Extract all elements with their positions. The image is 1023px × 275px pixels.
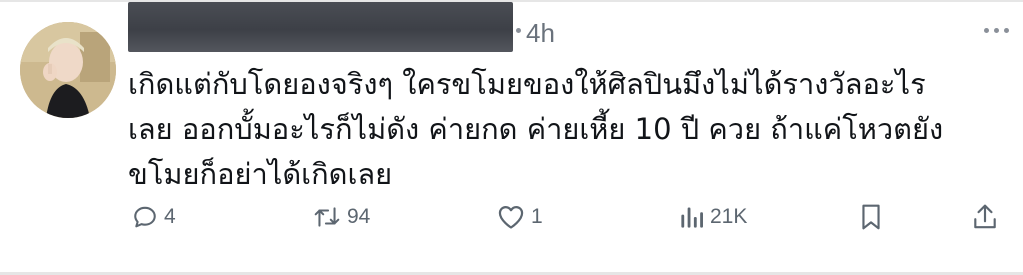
bookmark-button[interactable]: [860, 197, 882, 237]
more-icon[interactable]: [984, 28, 1009, 33]
tweet-text: เกิดแต่กับโดยองจริงๆ ใครขโมยของให้ศิลปิน…: [128, 62, 998, 197]
share-button[interactable]: [973, 197, 997, 237]
avatar-photo: [20, 22, 116, 118]
views-icon: [680, 204, 704, 230]
views-count: 21K: [710, 205, 748, 228]
action-bar: 4 94 1 21K: [128, 197, 1008, 237]
retweet-button[interactable]: 94: [313, 197, 370, 237]
retweet-count: 94: [347, 205, 371, 228]
avatar[interactable]: [20, 22, 116, 118]
tweet-text-line: เกิดแต่กับโดยองจริงๆ ใครขโมยของให้ศิลปิน…: [128, 67, 926, 101]
separator-dot: [516, 28, 521, 33]
heart-icon: [497, 204, 525, 230]
tweet-text-line: ขโมยก็อย่าได้เกิดเลย: [128, 157, 393, 191]
tweet-header: 4h: [128, 2, 1009, 58]
reply-button[interactable]: 4: [132, 197, 176, 237]
like-button[interactable]: 1: [497, 197, 543, 237]
like-count: 1: [531, 205, 543, 228]
reply-count: 4: [164, 205, 176, 228]
reply-icon: [132, 204, 158, 230]
views-button[interactable]: 21K: [680, 197, 747, 237]
bookmark-icon: [860, 203, 882, 231]
tweet-card[interactable]: 4h เกิดแต่กับโดยองจริงๆ ใครขโมยของให้ศิล…: [0, 0, 1023, 275]
tweet-timestamp[interactable]: 4h: [526, 18, 555, 49]
share-icon: [973, 203, 997, 231]
redacted-username: [128, 2, 513, 52]
retweet-icon: [313, 204, 341, 230]
tweet-text-line: เลย ออกบั้มอะไรก็ไม่ดัง ค่ายกด ค่ายเหี้ย…: [128, 112, 944, 146]
